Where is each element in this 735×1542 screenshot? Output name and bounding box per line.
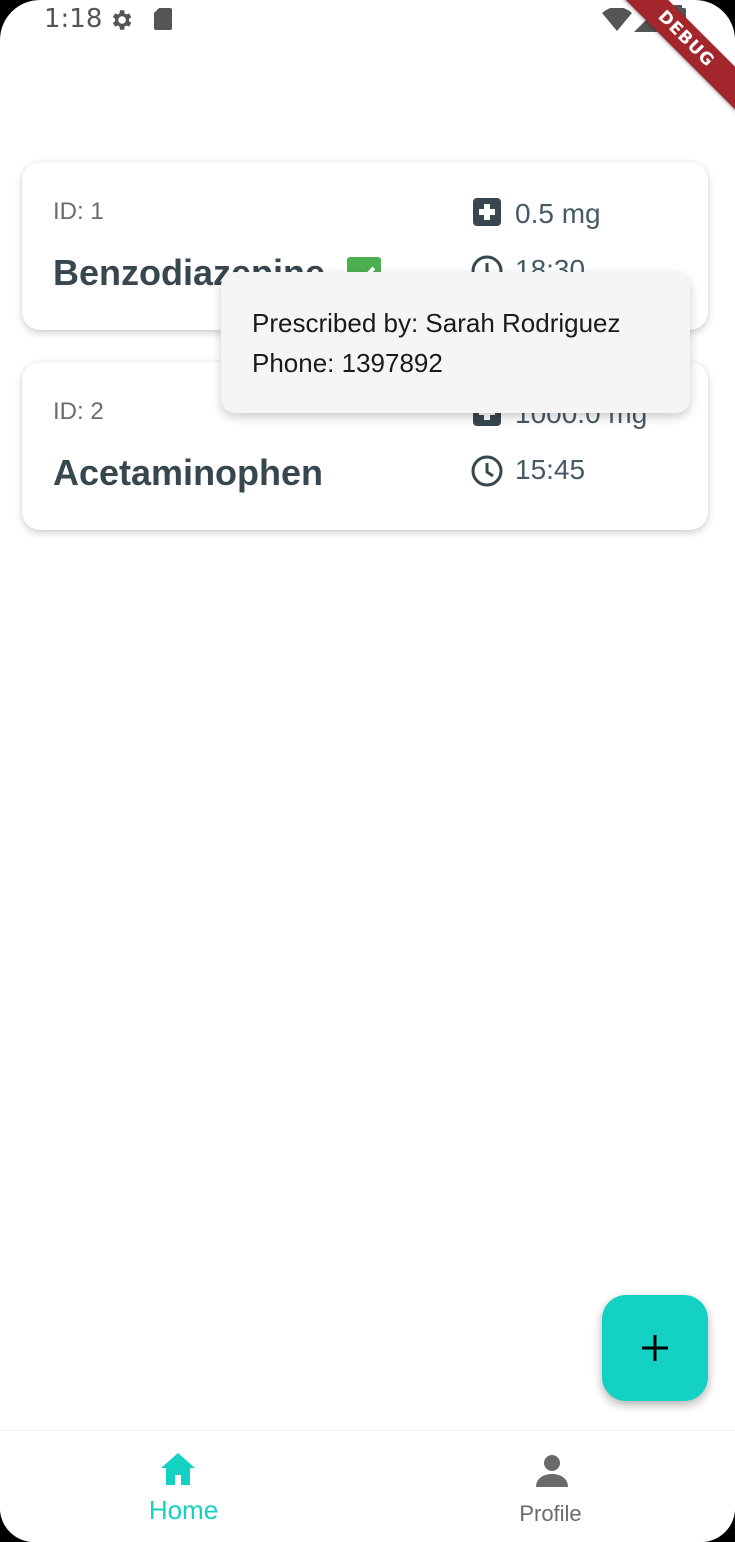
app-screen: 1:18 DEBUG ID: 1 Benzodiazepine 0.5 mg 1… <box>0 0 735 1542</box>
person-icon <box>536 1455 568 1487</box>
nav-label-profile: Profile <box>519 1501 582 1526</box>
nav-item-profile[interactable]: Profile <box>367 1431 734 1542</box>
clock-icon <box>471 455 503 487</box>
medication-id: ID: 2 <box>53 398 104 425</box>
medication-id: ID: 1 <box>53 198 104 225</box>
prescriber-phone: Phone: 1397892 <box>252 348 443 378</box>
nav-label-home: Home <box>148 1495 219 1525</box>
medication-time: 15:45 <box>515 454 586 485</box>
bottom-navigation: Home Profile <box>0 1430 735 1542</box>
wifi-icon <box>602 8 632 31</box>
add-medication-button[interactable] <box>602 1295 708 1401</box>
plus-icon <box>642 1335 668 1361</box>
home-icon <box>161 1453 195 1485</box>
status-bar: 1:18 <box>0 0 735 40</box>
medication-name: Acetaminophen <box>53 452 324 493</box>
medical-plus-icon <box>473 198 501 226</box>
medication-dose: 0.5 mg <box>515 198 601 229</box>
sd-card-icon <box>154 8 172 30</box>
status-time: 1:18 <box>44 4 103 34</box>
gear-icon <box>112 10 132 30</box>
prescriber-tooltip: Prescribed by: Sarah Rodriguez Phone: 13… <box>221 272 690 413</box>
prescriber-name: Prescribed by: Sarah Rodriguez <box>252 308 621 338</box>
nav-item-home[interactable]: Home <box>0 1431 367 1542</box>
